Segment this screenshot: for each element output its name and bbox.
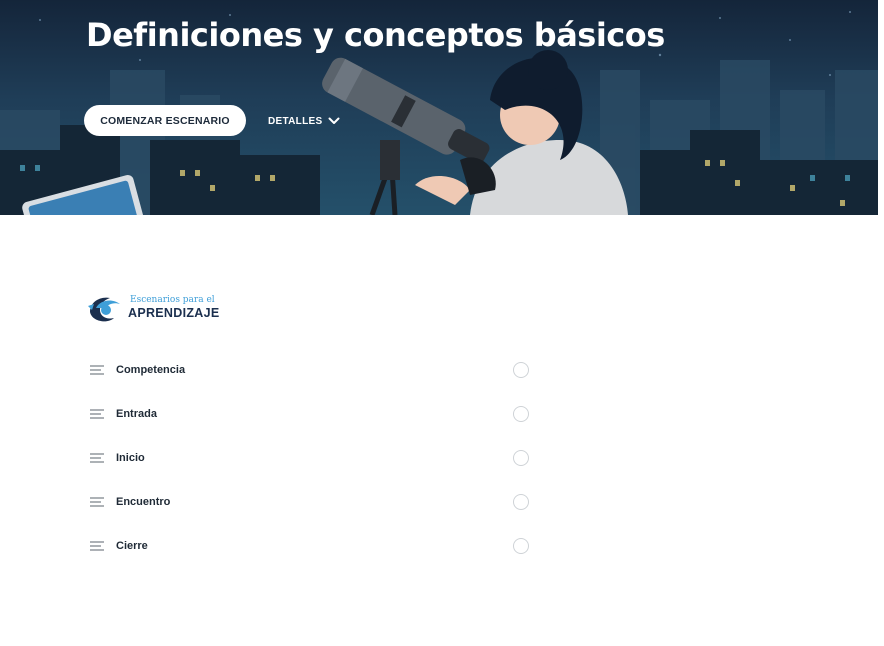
list-item-entrada[interactable]: Entrada <box>88 392 532 436</box>
menu-lines-icon <box>90 409 104 419</box>
logo-emblem-icon <box>88 297 120 322</box>
details-toggle[interactable]: DETALLES <box>268 112 340 130</box>
list-item-label: Cierre <box>116 540 148 552</box>
section-list: Competencia Entrada Inicio Encuentro Cie… <box>88 348 532 568</box>
page-title: Definiciones y conceptos básicos <box>86 16 665 54</box>
list-item-encuentro[interactable]: Encuentro <box>88 480 532 524</box>
details-label: DETALLES <box>268 115 323 127</box>
menu-lines-icon <box>90 541 104 551</box>
hero-banner: Definiciones y conceptos básicos COMENZA… <box>0 0 878 215</box>
menu-lines-icon <box>90 453 104 463</box>
list-item-label: Encuentro <box>116 496 171 508</box>
list-item-competencia[interactable]: Competencia <box>88 348 532 392</box>
list-item-label: Competencia <box>116 364 186 376</box>
logo-main-text: APRENDIZAJE <box>128 306 220 320</box>
status-circle-icon <box>513 494 529 510</box>
list-item-label: Entrada <box>116 408 157 420</box>
list-item-cierre[interactable]: Cierre <box>88 524 532 568</box>
start-scenario-button[interactable]: COMENZAR ESCENARIO <box>84 105 246 136</box>
chevron-down-icon <box>328 117 340 124</box>
status-circle-icon <box>513 406 529 422</box>
escenarios-logo: Escenarios para el APRENDIZAJE <box>86 292 219 324</box>
logo-top-text: Escenarios para el <box>130 295 215 305</box>
list-item-inicio[interactable]: Inicio <box>88 436 532 480</box>
menu-lines-icon <box>90 365 104 375</box>
menu-lines-icon <box>90 497 104 507</box>
status-circle-icon <box>513 538 529 554</box>
list-item-label: Inicio <box>116 452 145 464</box>
status-circle-icon <box>513 362 529 378</box>
status-circle-icon <box>513 450 529 466</box>
